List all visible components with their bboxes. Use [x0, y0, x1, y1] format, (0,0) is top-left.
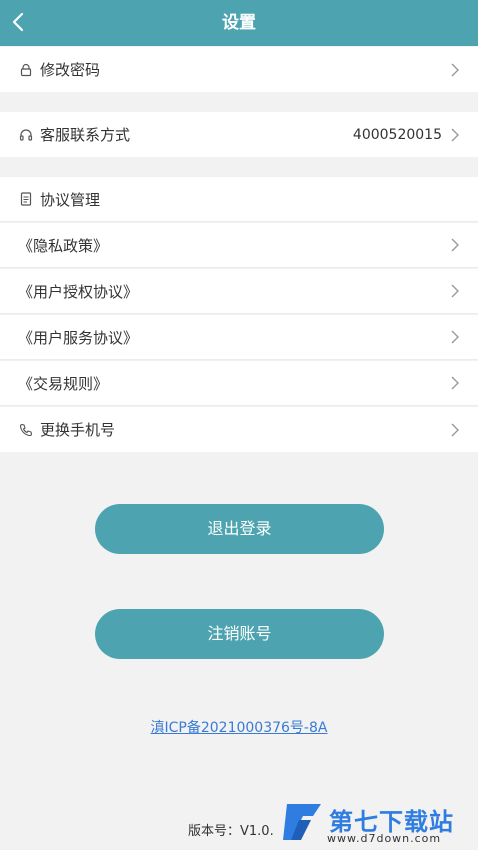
change-password-label: 修改密码: [40, 61, 101, 79]
change-phone-label: 更换手机号: [40, 421, 116, 439]
lock-icon: [18, 62, 34, 78]
headset-icon: [18, 127, 34, 143]
top-bar: 设置: [0, 0, 478, 46]
user-service-row[interactable]: 《用户服务协议》: [0, 315, 478, 360]
agreements-header: 协议管理: [0, 177, 478, 222]
chevron-right-icon: [451, 238, 459, 252]
watermark-logo-icon: [283, 804, 321, 840]
deactivate-account-button[interactable]: 注销账号: [95, 609, 384, 659]
page-title: 设置: [222, 13, 256, 33]
version-text: 版本号：V1.0.: [188, 824, 274, 839]
user-authorization-label: 《用户授权协议》: [18, 282, 139, 301]
watermark-url: www.d7down.com: [327, 832, 442, 845]
customer-service-phone[interactable]: 4000520015: [353, 127, 442, 143]
change-password-row[interactable]: 修改密码: [0, 47, 478, 92]
watermark: 第七下载站 www.d7down.com: [283, 796, 478, 850]
user-authorization-row[interactable]: 《用户授权协议》: [0, 269, 478, 314]
trade-rules-label: 《交易规则》: [18, 374, 109, 393]
agreements-label: 协议管理: [40, 190, 101, 209]
chevron-right-icon: [451, 128, 459, 141]
customer-service-row[interactable]: 客服联系方式 4000520015: [0, 112, 478, 157]
privacy-policy-row[interactable]: 《隐私政策》: [0, 223, 478, 268]
user-service-label: 《用户服务协议》: [18, 328, 139, 347]
chevron-right-icon: [451, 376, 459, 390]
chevron-right-icon: [451, 284, 459, 298]
document-icon: [18, 191, 34, 207]
icp-link[interactable]: 滇ICP备2021000376号-8A: [0, 717, 478, 737]
phone-icon: [18, 422, 34, 438]
chevron-right-icon: [451, 330, 459, 344]
privacy-policy-label: 《隐私政策》: [18, 236, 109, 255]
customer-service-label: 客服联系方式: [40, 126, 131, 144]
logout-button[interactable]: 退出登录: [95, 504, 384, 554]
trade-rules-row[interactable]: 《交易规则》: [0, 361, 478, 406]
chevron-right-icon: [451, 423, 459, 436]
change-phone-row[interactable]: 更换手机号: [0, 407, 478, 452]
chevron-right-icon: [451, 63, 459, 76]
